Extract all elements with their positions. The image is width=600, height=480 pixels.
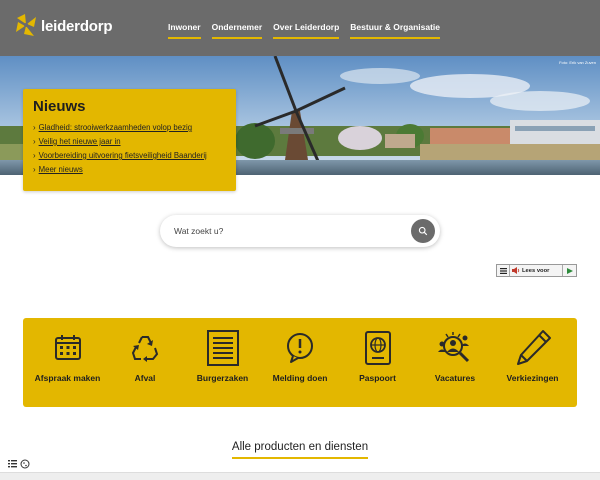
calendar-icon: [54, 335, 81, 360]
tile-label: Paspoort: [359, 373, 396, 383]
tile-label: Verkiezingen: [506, 373, 559, 383]
logo-mark-icon: [16, 14, 36, 36]
all-products-link[interactable]: Alle producten en diensten: [231, 441, 369, 459]
tile-label: Afval: [134, 373, 156, 383]
news-item: › Gladheid: strooiwerkzaamheden volop bez…: [33, 121, 226, 135]
list-icon[interactable]: [8, 459, 17, 468]
search-icon: [418, 226, 428, 236]
tile-label: Afspraak maken: [34, 373, 101, 383]
tile-label: Vacatures: [434, 373, 476, 383]
readspeaker-menu-button[interactable]: [497, 265, 510, 276]
news-item: › Voorbereiding uitvoering fietsveilighei…: [33, 149, 226, 163]
tile-vacatures[interactable]: Vacatures: [418, 318, 493, 407]
tile-paspoort[interactable]: Paspoort: [340, 318, 415, 407]
tile-melding-doen[interactable]: Melding doen: [263, 318, 338, 407]
search-bar: [160, 215, 440, 247]
news-item: › Meer nieuws: [33, 163, 226, 177]
header: leiderdorp Inwoner Ondernemer Over Leide…: [0, 0, 600, 56]
cookie-settings-icon[interactable]: [20, 459, 30, 469]
document-icon: [206, 330, 239, 366]
tile-verkiezingen[interactable]: Verkiezingen: [495, 318, 570, 407]
all-products-section: Alle producten en diensten: [0, 437, 600, 459]
recycle-icon: [131, 336, 159, 362]
news-list: › Gladheid: strooiwerkzaamheden volop bez…: [33, 121, 226, 177]
photo-credit: Foto: Erik van Zuven: [559, 60, 596, 65]
vacancy-icon: [438, 332, 470, 363]
search-input[interactable]: [174, 221, 404, 241]
logo[interactable]: leiderdorp: [14, 11, 114, 41]
speaker-icon: [512, 267, 520, 274]
alert-icon: [287, 333, 313, 363]
readspeaker-widget: Lees voor: [496, 264, 577, 277]
tile-label: Burgerzaken: [196, 373, 249, 383]
chevron-right-icon: ›: [33, 123, 36, 132]
logo-text: leiderdorp: [41, 17, 113, 35]
news-title: Nieuws: [33, 98, 86, 115]
chevron-right-icon: ›: [33, 137, 36, 146]
readspeaker-label: Lees voor: [522, 267, 550, 274]
bottom-bar: [0, 472, 600, 480]
tile-afspraak-maken[interactable]: Afspraak maken: [30, 318, 105, 407]
task-tiles: Afspraak maken Afval Burgerzaken Melding…: [23, 318, 577, 407]
passport-icon: [364, 331, 391, 365]
nav-over-leiderdorp[interactable]: Over Leiderdorp: [273, 22, 340, 39]
readspeaker-read-button[interactable]: Lees voor: [510, 267, 562, 274]
news-panel: Nieuws › Gladheid: strooiwerkzaamheden vo…: [23, 89, 236, 191]
news-link-gladheid[interactable]: Gladheid: strooiwerkzaamheden volop bezi…: [39, 123, 192, 132]
chevron-right-icon: ›: [33, 151, 36, 160]
nav-bestuur-organisatie[interactable]: Bestuur & Organisatie: [350, 22, 441, 39]
menu-icon: [499, 267, 507, 274]
nav-ondernemer[interactable]: Ondernemer: [211, 22, 263, 39]
pencil-icon: [516, 330, 551, 365]
main-nav: Inwoner Ondernemer Over Leiderdorp Bestu…: [168, 22, 441, 39]
news-link-meer-nieuws[interactable]: Meer nieuws: [39, 165, 83, 174]
readspeaker-play-button[interactable]: [562, 265, 576, 276]
nav-inwoner[interactable]: Inwoner: [168, 22, 201, 39]
search-button[interactable]: [411, 219, 435, 243]
chevron-right-icon: ›: [33, 165, 36, 174]
tile-burgerzaken[interactable]: Burgerzaken: [185, 318, 260, 407]
corner-tools: [8, 459, 30, 469]
tile-afval[interactable]: Afval: [108, 318, 183, 407]
tile-label: Melding doen: [272, 373, 328, 383]
news-item: › Veilig het nieuwe jaar in: [33, 135, 226, 149]
news-link-veilig[interactable]: Veilig het nieuwe jaar in: [39, 137, 121, 146]
news-link-fietsveiligheid[interactable]: Voorbereiding uitvoering fietsveiligheid…: [39, 151, 207, 160]
play-icon: [566, 267, 573, 274]
